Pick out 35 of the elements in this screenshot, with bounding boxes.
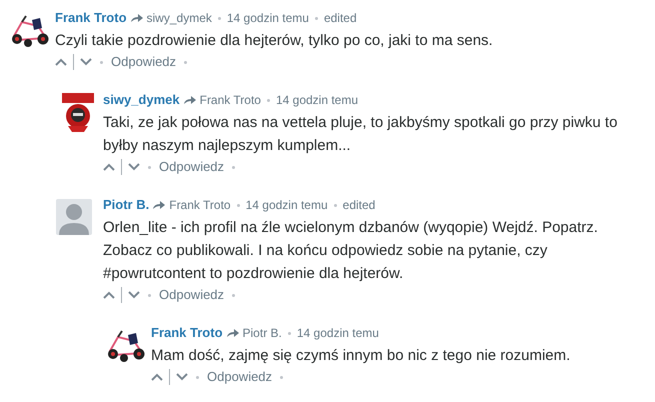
author-name[interactable]: siwy_dymek xyxy=(103,90,180,110)
reply-link[interactable]: Odpowiedz xyxy=(159,285,224,305)
reply-arrow-icon xyxy=(226,328,239,338)
reply-to-name[interactable]: Frank Troto xyxy=(200,90,261,110)
reply-arrow-icon xyxy=(184,95,196,105)
author-name[interactable]: Piotr B. xyxy=(103,195,150,215)
downvote-icon[interactable] xyxy=(128,163,140,171)
reply-arrow-icon xyxy=(153,200,166,210)
reply-to-name[interactable]: Piotr B. xyxy=(242,323,282,343)
comment-text: Czyli takie pozdrowienie dla hejterów, tylko po co, jaki to ma sens. xyxy=(55,31,494,51)
upvote-icon[interactable] xyxy=(103,163,115,171)
reply-to-name[interactable]: Frank Troto xyxy=(169,195,231,215)
downvote-icon[interactable] xyxy=(176,373,188,381)
edited-label: edited xyxy=(342,197,376,214)
author-name[interactable]: Frank Troto xyxy=(151,323,223,343)
reply-link[interactable]: Odpowiedz xyxy=(159,157,224,177)
reply-link[interactable]: Odpowiedz xyxy=(207,367,272,387)
comment-time[interactable]: 14 godzin temu xyxy=(276,90,358,110)
upvote-icon[interactable] xyxy=(151,373,163,381)
upvote-icon[interactable] xyxy=(55,58,67,66)
downvote-icon[interactable] xyxy=(128,291,140,299)
edited-label: edited xyxy=(324,10,357,27)
reply-arrow-icon xyxy=(130,13,143,23)
downvote-icon[interactable] xyxy=(80,58,92,66)
comment-text: Orlen_lite - ich profil na źle wcielonym dzbanów (wyqopie) Wejdź. Popatrz. Zobacz co publikowali. I na końcu odpowiedz sobie na pytanie, czy #powrutcontent to pozdrowienie dla hejterów. xyxy=(103,218,599,284)
author-name[interactable]: Frank Troto xyxy=(55,8,127,28)
upvote-icon[interactable] xyxy=(103,291,115,299)
comment-text: Mam dość, zajmę się czymś innym bo nic z tego nie rozumiem. xyxy=(151,346,572,366)
comment-time[interactable]: 14 godzin temu xyxy=(246,195,328,215)
comment-text: Taki, ze jak połowa nas na vettela pluje, to jakbyśmy spotkali go przy piwku to byłby naszym najlepszym kumplem... xyxy=(103,113,618,156)
comment-time[interactable]: 14 godzin temu xyxy=(296,323,379,343)
reply-link[interactable]: Odpowiedz xyxy=(111,52,176,72)
user-avatar-icon xyxy=(56,199,92,235)
comment-time[interactable]: 14 godzin temu xyxy=(226,8,309,28)
reply-to-name[interactable]: siwy_dymek xyxy=(146,8,212,28)
